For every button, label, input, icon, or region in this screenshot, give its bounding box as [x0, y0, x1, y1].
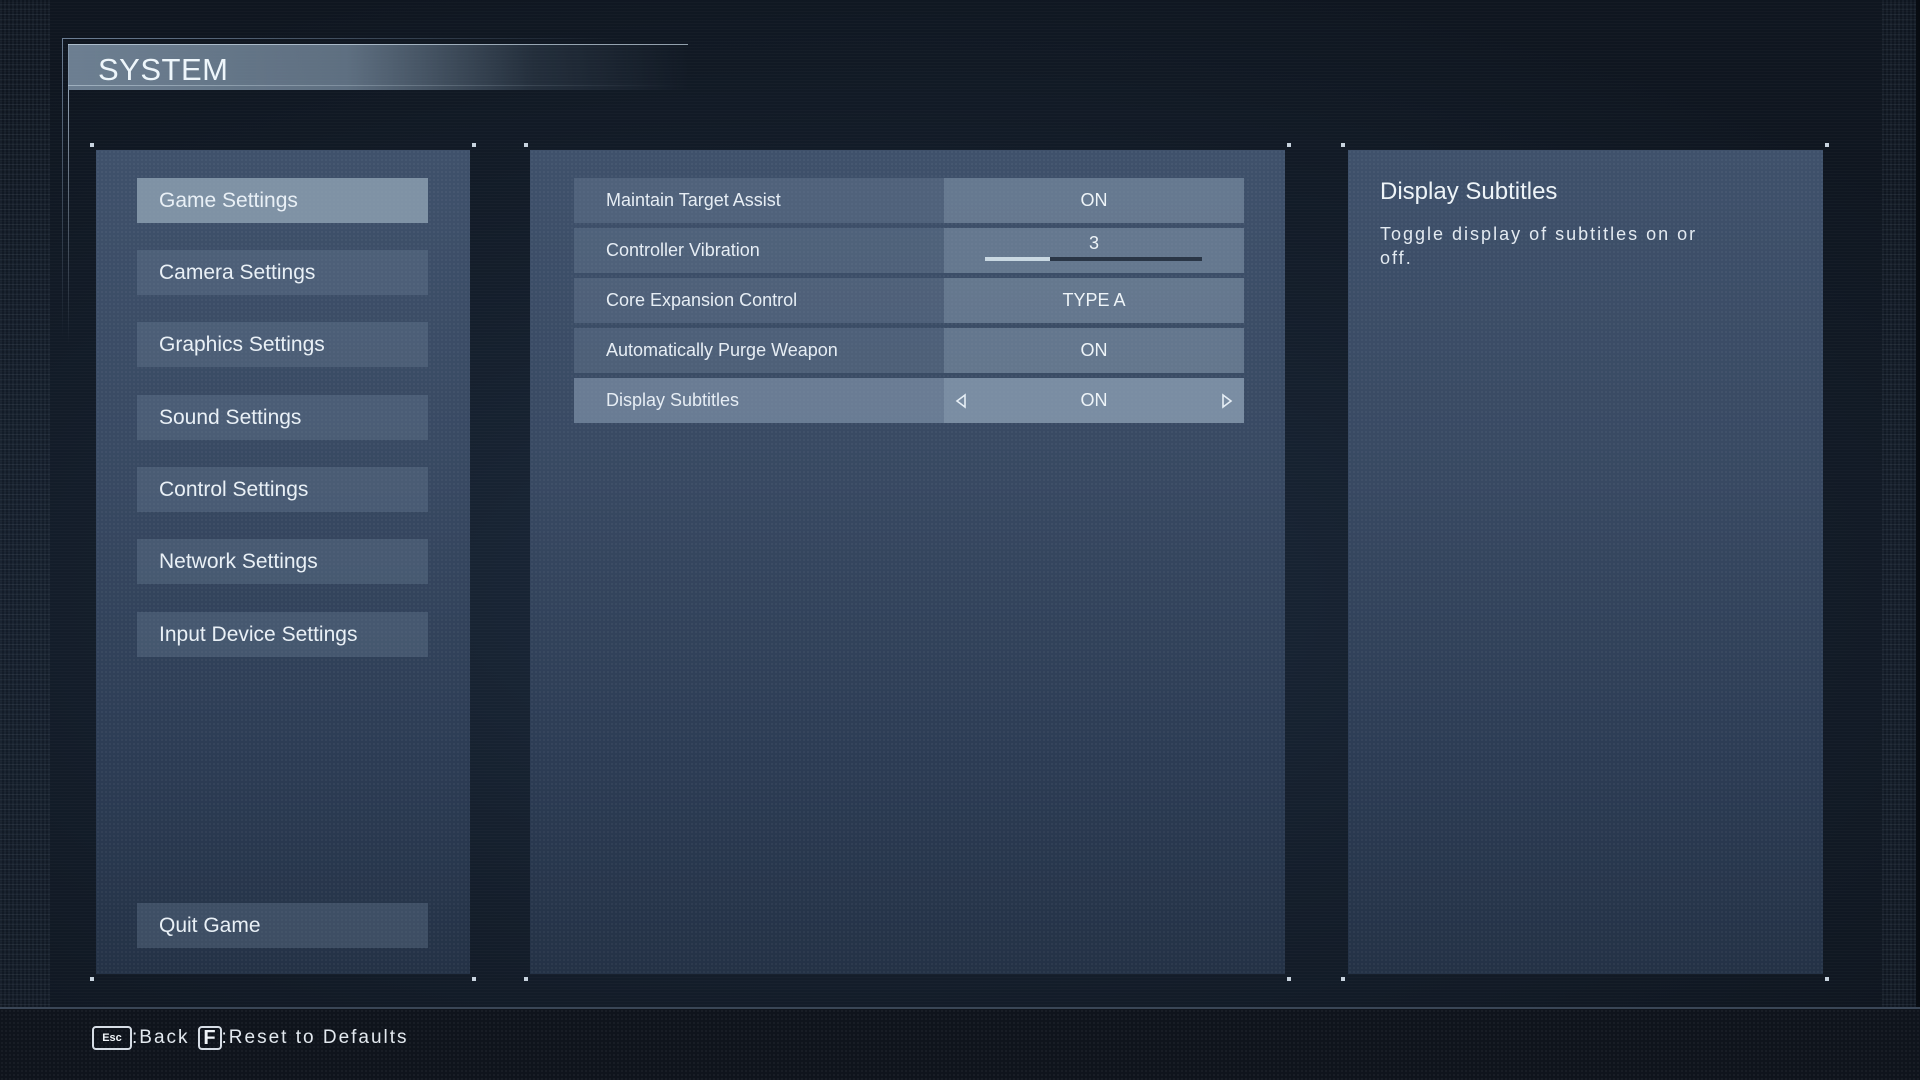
esc-key-icon[interactable]: Esc	[92, 1026, 132, 1050]
setting-label: Controller Vibration	[574, 228, 944, 273]
setting-row-controller-vibration[interactable]: Controller Vibration 3	[574, 228, 1244, 273]
setting-row-automatically-purge-weapon[interactable]: Automatically Purge Weapon ON	[574, 328, 1244, 373]
header-frame-outer-line	[62, 38, 63, 338]
setting-value-selector[interactable]: ON	[944, 378, 1244, 423]
menu-item-control-settings[interactable]: Control Settings	[137, 467, 428, 512]
menu-item-sound-settings[interactable]: Sound Settings	[137, 395, 428, 440]
slider-fill	[985, 257, 1051, 261]
corner-marker	[1341, 143, 1345, 147]
menu-item-label: Camera Settings	[159, 260, 316, 284]
arrow-right-icon[interactable]	[1220, 393, 1234, 409]
menu-item-label: Network Settings	[159, 549, 318, 573]
corner-marker	[524, 143, 528, 147]
setting-value[interactable]: ON	[944, 178, 1244, 223]
setting-label: Display Subtitles	[574, 378, 944, 423]
description-title: Display Subtitles	[1380, 178, 1558, 205]
menu-item-label: Graphics Settings	[159, 332, 325, 356]
corner-marker	[90, 143, 94, 147]
reset-defaults-hint-label[interactable]: :Reset to Defaults	[222, 1027, 409, 1049]
setting-label: Core Expansion Control	[574, 278, 944, 323]
corner-marker	[1825, 143, 1829, 147]
setting-label: Automatically Purge Weapon	[574, 328, 944, 373]
menu-item-label: Input Device Settings	[159, 622, 358, 646]
slider-value: 3	[1088, 233, 1099, 253]
corner-marker	[1287, 977, 1291, 981]
vibration-slider[interactable]: 3	[944, 228, 1244, 273]
setting-row-maintain-target-assist[interactable]: Maintain Target Assist ON	[574, 178, 1244, 223]
quit-game-label: Quit Game	[159, 913, 261, 937]
corner-marker	[472, 143, 476, 147]
settings-category-panel: Game Settings Camera Settings Graphics S…	[96, 150, 470, 974]
footer-key-hints: Esc :Back F :Reset to Defaults	[92, 1026, 409, 1050]
slider-track[interactable]	[985, 257, 1202, 261]
corner-marker	[90, 977, 94, 981]
setting-value: ON	[1080, 390, 1108, 410]
setting-value[interactable]: TYPE A	[944, 278, 1244, 323]
setting-value[interactable]: ON	[944, 328, 1244, 373]
setting-row-display-subtitles[interactable]: Display Subtitles ON	[574, 378, 1244, 423]
header-bar: SYSTEM	[68, 44, 688, 90]
menu-item-label: Control Settings	[159, 477, 309, 501]
page-title: SYSTEM	[98, 52, 229, 87]
menu-item-label: Sound Settings	[159, 405, 302, 429]
menu-item-network-settings[interactable]: Network Settings	[137, 539, 428, 584]
setting-label: Maintain Target Assist	[574, 178, 944, 223]
menu-item-graphics-settings[interactable]: Graphics Settings	[137, 322, 428, 367]
header-frame-top-line	[62, 38, 622, 39]
menu-item-label: Game Settings	[159, 188, 298, 212]
corner-marker	[472, 977, 476, 981]
back-hint-label[interactable]: :Back	[132, 1027, 190, 1049]
f-key-icon[interactable]: F	[197, 1026, 222, 1050]
settings-list-panel: Maintain Target Assist ON Controller Vib…	[530, 150, 1285, 974]
menu-item-input-device-settings[interactable]: Input Device Settings	[137, 612, 428, 657]
description-panel: Display Subtitles Toggle display of subt…	[1348, 150, 1823, 974]
arrow-left-icon[interactable]	[954, 393, 968, 409]
decorative-data-strip-left	[0, 0, 50, 1080]
description-body: Toggle display of subtitles on or off.	[1380, 224, 1698, 268]
menu-item-camera-settings[interactable]: Camera Settings	[137, 250, 428, 295]
corner-marker	[1825, 977, 1829, 981]
corner-marker	[1287, 143, 1291, 147]
screen-edge	[1916, 0, 1920, 1080]
corner-marker	[524, 977, 528, 981]
quit-game-button[interactable]: Quit Game	[137, 903, 428, 948]
menu-item-game-settings[interactable]: Game Settings	[137, 178, 428, 223]
setting-row-core-expansion-control[interactable]: Core Expansion Control TYPE A	[574, 278, 1244, 323]
corner-marker	[1341, 977, 1345, 981]
decorative-data-strip-right	[1882, 0, 1916, 1080]
